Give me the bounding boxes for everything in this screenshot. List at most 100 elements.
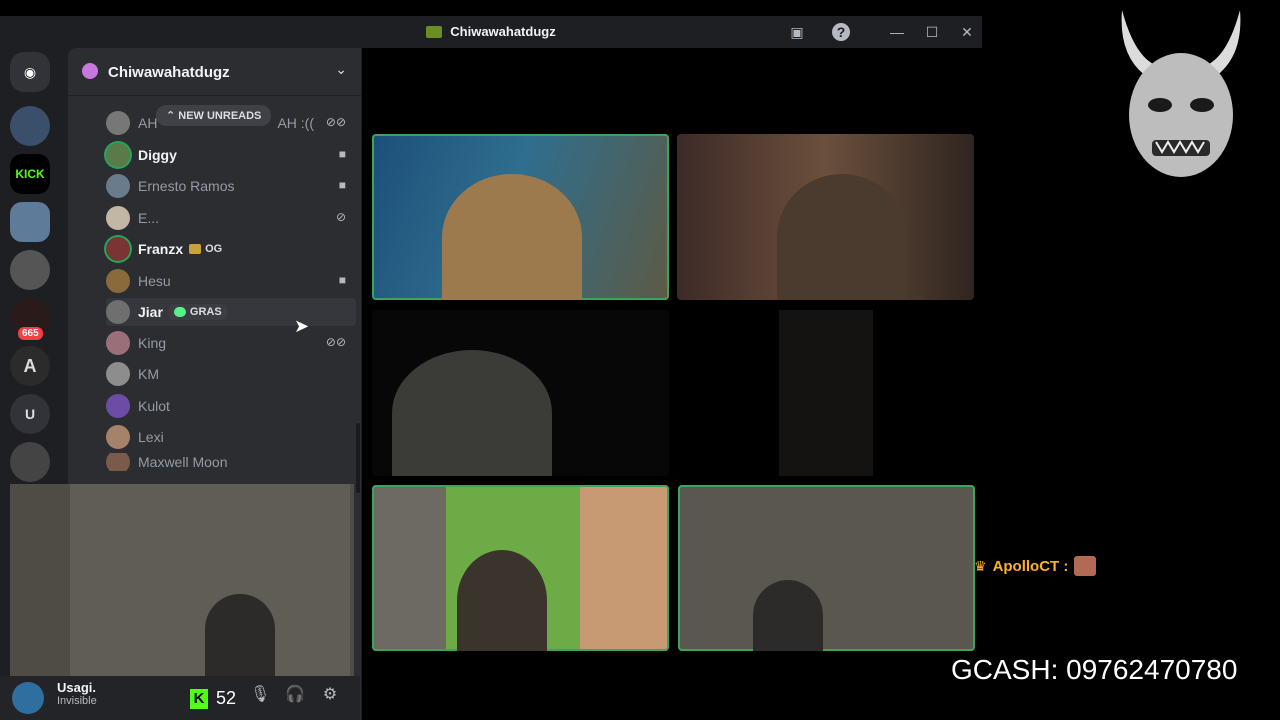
avatar bbox=[106, 111, 130, 135]
server-icon-kick[interactable]: KICK bbox=[10, 154, 50, 194]
member-name: King bbox=[138, 335, 167, 351]
self-camera-preview[interactable] bbox=[10, 484, 354, 678]
deafened-icon: ⊘ bbox=[335, 210, 346, 224]
member-name-tail: AH :(( bbox=[277, 115, 315, 131]
avatar bbox=[106, 206, 130, 230]
server-name: Chiwawahatdugz bbox=[108, 64, 230, 81]
leaf-icon bbox=[173, 307, 186, 317]
avatar bbox=[106, 269, 130, 293]
avatar[interactable] bbox=[12, 682, 44, 714]
microphone-icon[interactable]: 🎙 bbox=[250, 684, 270, 704]
server-icon-a[interactable]: A bbox=[10, 346, 50, 386]
avatar bbox=[106, 331, 130, 355]
member-name: Hesu bbox=[138, 273, 171, 289]
voice-member-hovered[interactable]: Jiar GRAS bbox=[106, 298, 356, 326]
voice-member[interactable]: Hesu ■ bbox=[106, 267, 356, 295]
oni-mask-logo bbox=[1121, 10, 1241, 177]
inbox-icon[interactable]: ▣ bbox=[788, 23, 806, 41]
camera-feed bbox=[779, 310, 873, 476]
server-boost-icon bbox=[82, 63, 98, 79]
discord-window: Chiwawahatdugz ▣ ? — ☐ ✕ ◉ KICK 665 A U … bbox=[0, 16, 982, 720]
avatar bbox=[106, 362, 130, 386]
member-name: Lexi bbox=[138, 429, 164, 445]
server-icon-3[interactable] bbox=[10, 202, 50, 242]
participant-figure bbox=[753, 580, 823, 651]
video-tile[interactable] bbox=[372, 310, 669, 476]
participant-figure bbox=[442, 174, 582, 300]
user-status: Invisible bbox=[57, 695, 97, 707]
voice-member[interactable]: Diggy ■ bbox=[106, 141, 356, 169]
member-name: Ernesto Ramos bbox=[138, 178, 235, 194]
avatar bbox=[106, 143, 130, 167]
title-bar: Chiwawahatdugz ▣ ? — ☐ ✕ bbox=[0, 16, 982, 48]
participant-figure bbox=[392, 350, 552, 476]
muted-deafened-icon: ⊘⊘ bbox=[325, 115, 346, 129]
server-icon-u[interactable]: U bbox=[10, 394, 50, 434]
avatar bbox=[106, 425, 130, 449]
role-tag: GRAS bbox=[168, 304, 227, 320]
sidebar-scrollbar[interactable] bbox=[356, 423, 360, 493]
chat-username: ApolloCT : bbox=[992, 557, 1069, 575]
settings-gear-icon[interactable]: ⚙ bbox=[320, 684, 340, 704]
video-tile[interactable] bbox=[372, 134, 669, 300]
role-tag: OG bbox=[189, 243, 222, 255]
server-emoji-icon bbox=[426, 26, 443, 38]
camera-icon: ■ bbox=[338, 178, 346, 192]
user-panel: Usagi. Invisible 🎙 🎧 ⚙ bbox=[0, 676, 360, 720]
video-tile[interactable] bbox=[678, 485, 975, 651]
chevron-down-icon[interactable]: ⌄ bbox=[335, 61, 347, 78]
video-stage bbox=[362, 48, 982, 720]
voice-member[interactable]: E... ⊘ bbox=[106, 204, 356, 232]
server-header[interactable]: Chiwawahatdugz ⌄ bbox=[68, 48, 361, 96]
discord-home-icon[interactable]: ◉ bbox=[10, 52, 50, 92]
member-name: Jiar bbox=[138, 304, 163, 320]
avatar bbox=[106, 453, 130, 471]
mention-badge: 665 bbox=[16, 325, 45, 342]
member-name: E... bbox=[138, 210, 160, 226]
camera-icon: ■ bbox=[338, 147, 346, 161]
user-name: Usagi. bbox=[57, 680, 97, 695]
help-icon[interactable]: ? bbox=[832, 23, 850, 41]
chat-overlay-message: ♛ ApolloCT : bbox=[974, 556, 1097, 576]
voice-member[interactable]: Kulot bbox=[106, 392, 356, 420]
participant-figure bbox=[457, 550, 547, 651]
avatar bbox=[106, 174, 130, 198]
headset-icon[interactable]: 🎧 bbox=[285, 684, 305, 704]
muted-deafened-icon: ⊘⊘ bbox=[325, 335, 346, 349]
voice-member[interactable]: Lexi bbox=[106, 423, 356, 451]
video-tile[interactable] bbox=[677, 310, 974, 476]
member-name: AH bbox=[138, 115, 158, 131]
voice-member[interactable]: Ernesto Ramos ■ bbox=[106, 172, 356, 200]
avatar bbox=[106, 394, 130, 418]
server-icon-1[interactable] bbox=[10, 106, 50, 146]
crown-icon: ♛ bbox=[974, 557, 987, 574]
participant-figure bbox=[205, 594, 275, 678]
maximize-button[interactable]: ☐ bbox=[923, 23, 941, 41]
kick-logo-icon: K bbox=[190, 688, 208, 709]
server-icon-8[interactable] bbox=[10, 442, 50, 482]
sword-icon bbox=[189, 244, 202, 254]
voice-member[interactable]: Franzx OG bbox=[106, 235, 356, 263]
voice-member[interactable]: King ⊘⊘ bbox=[106, 329, 356, 357]
avatar bbox=[106, 300, 130, 324]
server-icon-5[interactable]: 665 bbox=[10, 298, 50, 342]
voice-member[interactable]: Maxwell Moon bbox=[106, 453, 356, 471]
video-tile[interactable] bbox=[372, 485, 669, 651]
donation-text: GCASH: 09762470780 bbox=[951, 654, 1238, 685]
video-tile[interactable] bbox=[677, 134, 974, 300]
avatar bbox=[106, 237, 130, 261]
minimize-button[interactable]: — bbox=[888, 23, 906, 41]
voice-member[interactable]: KM bbox=[106, 360, 356, 388]
close-button[interactable]: ✕ bbox=[958, 23, 976, 41]
emote-icon bbox=[1074, 556, 1097, 576]
member-name: Diggy bbox=[138, 147, 177, 163]
member-name: Kulot bbox=[138, 398, 170, 414]
mouse-cursor-icon: ➤ bbox=[294, 316, 310, 336]
member-name: Maxwell Moon bbox=[138, 454, 228, 470]
voice-member[interactable]: AH AH :(( ⊘⊘ bbox=[106, 109, 356, 137]
member-name: KM bbox=[138, 366, 159, 382]
server-icon-mask[interactable] bbox=[10, 250, 50, 290]
kick-viewer-count: K 52 bbox=[190, 688, 236, 709]
member-name: Franzx bbox=[138, 241, 184, 257]
participant-figure bbox=[777, 174, 907, 300]
